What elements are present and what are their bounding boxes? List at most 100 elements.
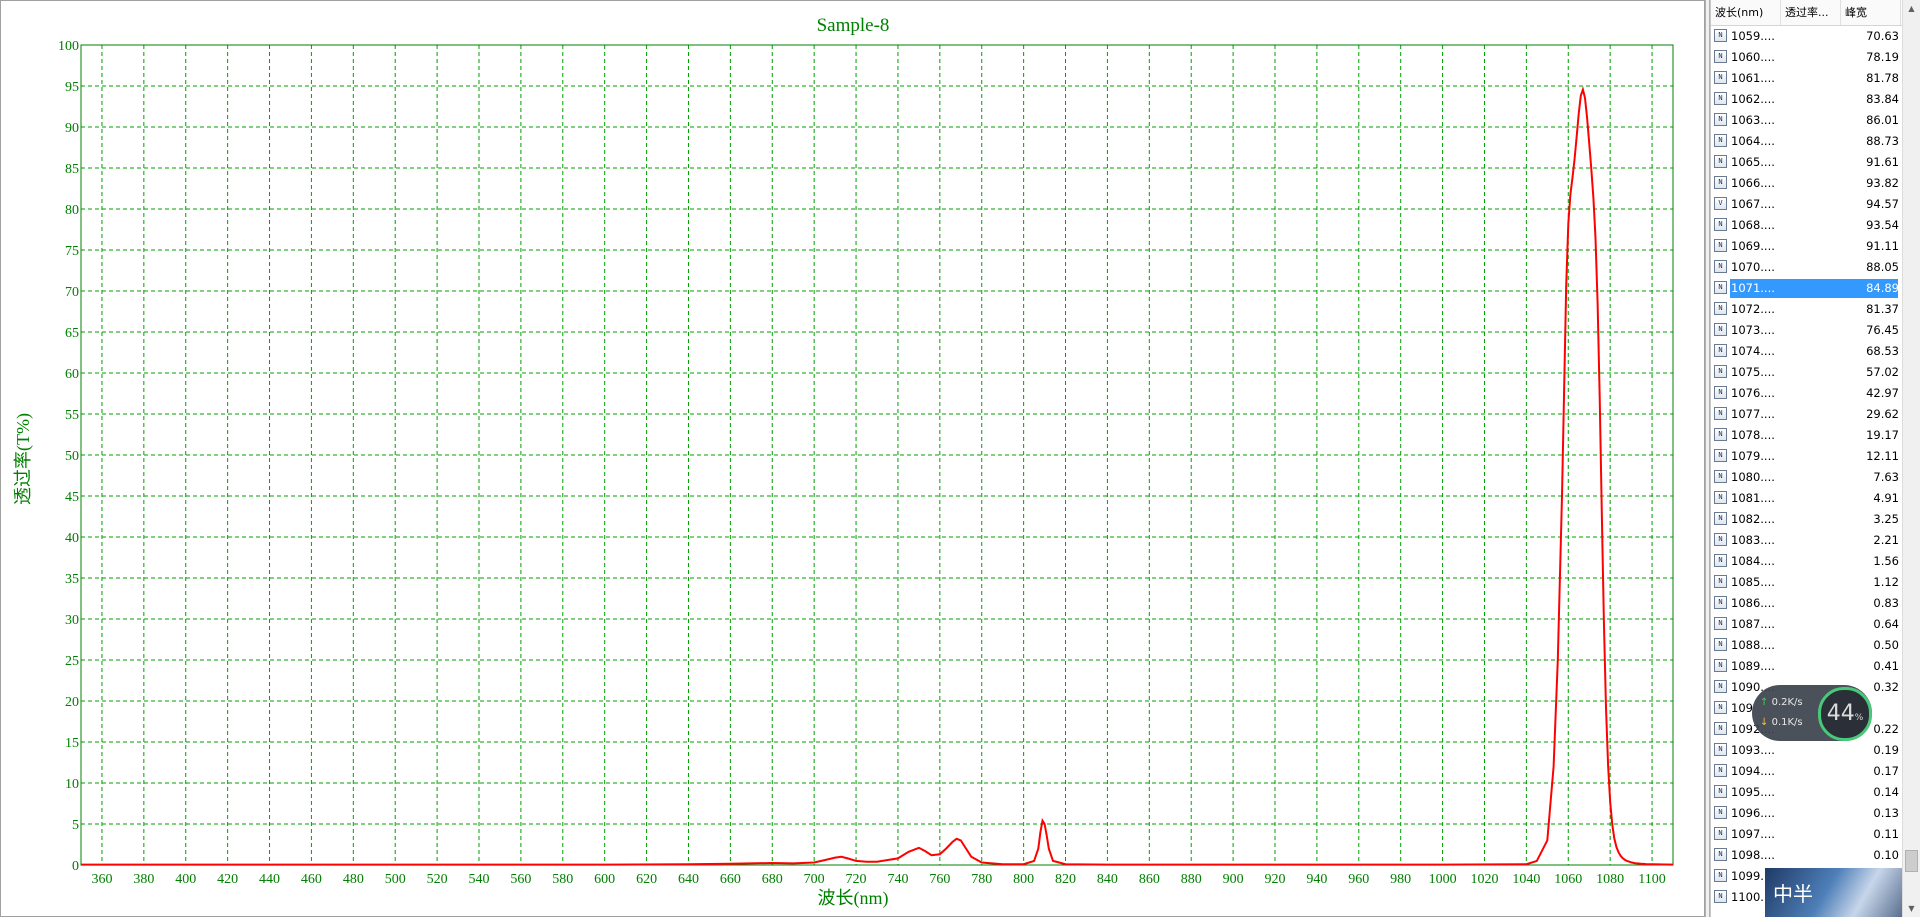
- spectrum-row-icon[interactable]: N: [1714, 281, 1727, 294]
- network-speed-widget[interactable]: ↑ 0.2K/s ↓ 0.1K/s 44%: [1752, 685, 1872, 741]
- cell-transmittance: 1.12: [1873, 575, 1899, 589]
- spectrum-row-icon[interactable]: N: [1714, 113, 1727, 126]
- table-row[interactable]: N 1078.... 19.17: [1711, 425, 1920, 446]
- table-row[interactable]: N 1072.... 81.37: [1711, 299, 1920, 320]
- table-row[interactable]: N 1068.... 93.54: [1711, 215, 1920, 236]
- spectrum-row-icon[interactable]: N: [1714, 491, 1727, 504]
- table-row[interactable]: N 1096.... 0.13: [1711, 803, 1920, 824]
- table-row[interactable]: N 1075.... 57.02: [1711, 362, 1920, 383]
- scroll-down-arrow-icon[interactable]: ▼: [1903, 900, 1920, 917]
- spectrum-row-icon[interactable]: N: [1714, 806, 1727, 819]
- spectrum-row-icon[interactable]: N: [1714, 260, 1727, 273]
- table-row[interactable]: N 1074.... 68.53: [1711, 341, 1920, 362]
- peak-data-table[interactable]: 波长(nm) 透过率... 峰宽 N 1059.... 70.63 N 1060....…: [1710, 0, 1920, 917]
- table-row[interactable]: N 1087.... 0.64: [1711, 614, 1920, 635]
- table-row[interactable]: N 1063.... 86.01: [1711, 110, 1920, 131]
- spectrum-row-icon[interactable]: N: [1714, 302, 1727, 315]
- spectrum-row-icon[interactable]: N: [1714, 323, 1727, 336]
- spectrum-row-icon[interactable]: N: [1714, 596, 1727, 609]
- table-row[interactable]: N 1073.... 76.45: [1711, 320, 1920, 341]
- spectrum-row-icon[interactable]: N: [1714, 29, 1727, 42]
- spectrum-row-icon[interactable]: N: [1714, 722, 1727, 735]
- spectrum-row-icon[interactable]: N: [1714, 785, 1727, 798]
- spectrum-row-icon[interactable]: N: [1714, 764, 1727, 777]
- table-row[interactable]: N 1059.... 70.63: [1711, 26, 1920, 47]
- cell-transmittance: 81.78: [1866, 71, 1899, 85]
- table-row[interactable]: N 1065.... 91.61: [1711, 152, 1920, 173]
- spectrum-row-icon[interactable]: N: [1714, 344, 1727, 357]
- table-row[interactable]: N 1084.... 1.56: [1711, 551, 1920, 572]
- y-tick-label: 0: [72, 859, 79, 874]
- spectrum-row-icon[interactable]: N: [1714, 827, 1727, 840]
- spectrum-row-icon[interactable]: N: [1714, 449, 1727, 462]
- table-row[interactable]: N 1062.... 83.84: [1711, 89, 1920, 110]
- spectrum-row-icon[interactable]: N: [1714, 554, 1727, 567]
- chart-panel[interactable]: 0 5 10 15 20 25 30 35 40 45 50 55 60 65 70 75 80 85 90 95 10…: [0, 0, 1705, 917]
- table-row[interactable]: N 1086.... 0.83: [1711, 593, 1920, 614]
- spectrum-chart[interactable]: 0 5 10 15 20 25 30 35 40 45 50 55 60 65 70 75 80 85 90 95 10…: [1, 1, 1706, 917]
- spectrum-row-icon[interactable]: N: [1714, 743, 1727, 756]
- table-row[interactable]: N 1069.... 91.11: [1711, 236, 1920, 257]
- spectrum-row-icon[interactable]: N: [1714, 680, 1727, 693]
- spectrum-row-icon[interactable]: N: [1714, 50, 1727, 63]
- scroll-thumb[interactable]: [1905, 850, 1918, 872]
- spectrum-row-icon[interactable]: N: [1714, 617, 1727, 630]
- spectrum-row-icon[interactable]: N: [1714, 890, 1727, 903]
- chart-title: Sample-8: [817, 15, 890, 36]
- spectrum-row-icon[interactable]: V: [1714, 197, 1727, 210]
- spectrum-row-icon[interactable]: N: [1714, 869, 1727, 882]
- spectrum-row-icon[interactable]: N: [1714, 92, 1727, 105]
- ime-status-badge[interactable]: 中半: [1765, 868, 1902, 917]
- table-row[interactable]: N 1097.... 0.11: [1711, 824, 1920, 845]
- spectrum-row-icon[interactable]: N: [1714, 701, 1727, 714]
- table-scrollbar[interactable]: ▲ ▼: [1902, 0, 1920, 917]
- table-row[interactable]: N 1088.... 0.50: [1711, 635, 1920, 656]
- scroll-up-arrow-icon[interactable]: ▲: [1903, 0, 1920, 17]
- table-row[interactable]: V 1067.... 94.57: [1711, 194, 1920, 215]
- column-header-peak-width[interactable]: 峰宽: [1841, 0, 1901, 25]
- spectrum-row-icon[interactable]: N: [1714, 575, 1727, 588]
- spectrum-row-icon[interactable]: N: [1714, 512, 1727, 525]
- spectrum-row-icon[interactable]: N: [1714, 638, 1727, 651]
- spectrum-row-icon[interactable]: N: [1714, 407, 1727, 420]
- spectrum-row-icon[interactable]: N: [1714, 848, 1727, 861]
- cell-wavelength: 1086....: [1731, 596, 1775, 610]
- table-row[interactable]: N 1095.... 0.14: [1711, 782, 1920, 803]
- column-header-wavelength[interactable]: 波长(nm): [1711, 0, 1781, 25]
- table-row[interactable]: N 1060.... 78.19: [1711, 47, 1920, 68]
- cell-wavelength: 1080....: [1731, 470, 1775, 484]
- spectrum-row-icon[interactable]: N: [1714, 470, 1727, 483]
- table-row[interactable]: N 1082.... 3.25: [1711, 509, 1920, 530]
- table-row[interactable]: N 1083.... 2.21: [1711, 530, 1920, 551]
- table-row[interactable]: N 1070.... 88.05: [1711, 257, 1920, 278]
- table-row[interactable]: N 1085.... 1.12: [1711, 572, 1920, 593]
- table-row[interactable]: N 1093.... 0.19: [1711, 740, 1920, 761]
- spectrum-row-icon[interactable]: N: [1714, 659, 1727, 672]
- table-row[interactable]: N 1064.... 88.73: [1711, 131, 1920, 152]
- memory-gauge[interactable]: 44%: [1818, 687, 1872, 741]
- spectrum-row-icon[interactable]: N: [1714, 428, 1727, 441]
- table-row[interactable]: N 1089.... 0.41: [1711, 656, 1920, 677]
- table-row[interactable]: N 1081.... 4.91: [1711, 488, 1920, 509]
- spectrum-row-icon[interactable]: N: [1714, 239, 1727, 252]
- table-row[interactable]: N 1080.... 7.63: [1711, 467, 1920, 488]
- table-row[interactable]: N 1079.... 12.11: [1711, 446, 1920, 467]
- spectrum-row-icon[interactable]: N: [1714, 71, 1727, 84]
- spectrum-row-icon[interactable]: N: [1714, 365, 1727, 378]
- column-header-transmittance[interactable]: 透过率...: [1781, 0, 1841, 25]
- table-row[interactable]: N 1094.... 0.17: [1711, 761, 1920, 782]
- y-tick-labels: 0 5 10 15 20 25 30 35 40 45 50 55 60 65 70 75 80 85 90 95 10…: [58, 39, 79, 874]
- spectrum-row-icon[interactable]: N: [1714, 218, 1727, 231]
- upload-speed-value: 0.2K/s: [1771, 697, 1803, 708]
- spectrum-row-icon[interactable]: N: [1714, 134, 1727, 147]
- table-row[interactable]: N 1071.... 84.89: [1711, 278, 1920, 299]
- table-row[interactable]: N 1061.... 81.78: [1711, 68, 1920, 89]
- table-row[interactable]: N 1098.... 0.10: [1711, 845, 1920, 866]
- spectrum-row-icon[interactable]: N: [1714, 176, 1727, 189]
- table-row[interactable]: N 1076.... 42.97: [1711, 383, 1920, 404]
- table-row[interactable]: N 1077.... 29.62: [1711, 404, 1920, 425]
- table-row[interactable]: N 1066.... 93.82: [1711, 173, 1920, 194]
- spectrum-row-icon[interactable]: N: [1714, 533, 1727, 546]
- spectrum-row-icon[interactable]: N: [1714, 155, 1727, 168]
- spectrum-row-icon[interactable]: N: [1714, 386, 1727, 399]
